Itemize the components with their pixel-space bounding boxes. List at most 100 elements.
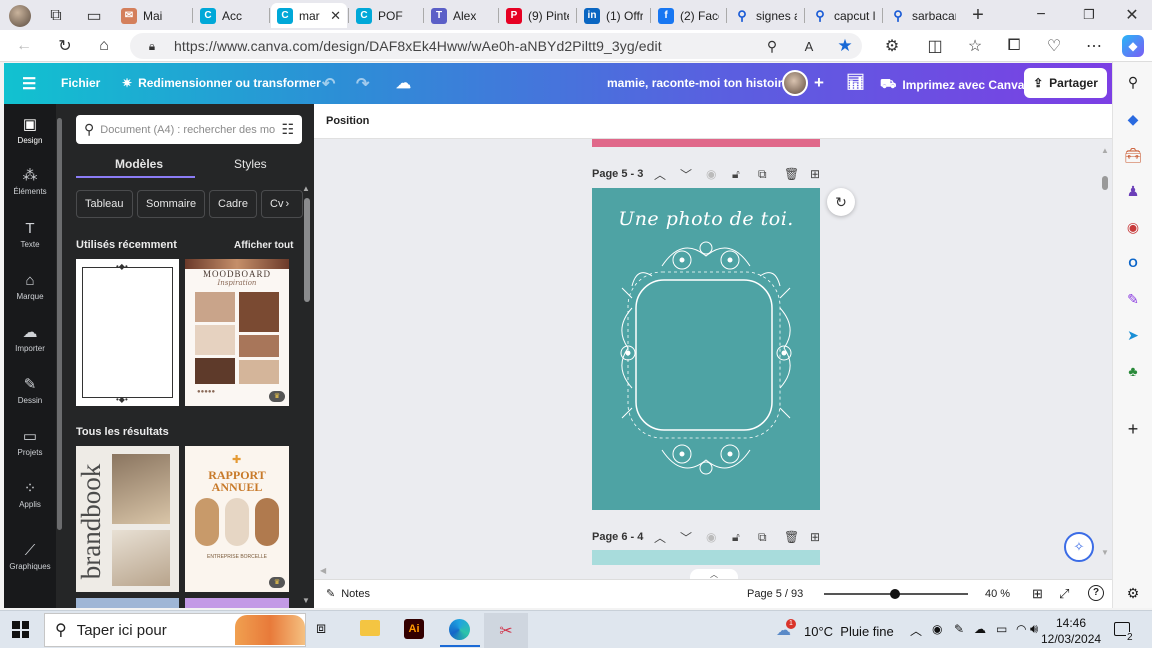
page-up-icon[interactable]: ︿ [654,529,666,546]
design-title[interactable]: mamie, raconte-moi ton histoire [607,76,789,90]
rail-item-marque[interactable]: ⌂ Marque [4,272,56,301]
insights-icon[interactable]: 📊︎ [846,73,865,91]
browser-tab[interactable]: P (9) Pinter [500,3,575,28]
template-brandbook[interactable]: brandbook [76,446,179,592]
workspaces-icon[interactable]: ⧉ [47,7,65,25]
sidebar-games-icon[interactable]: ♟ [1124,182,1142,200]
panel-scrollbar[interactable] [304,198,310,302]
browser-tab[interactable]: ⚲ signes as [728,3,803,28]
tab-actions-icon[interactable]: ▭ [85,7,103,25]
split-screen-icon[interactable]: ◫ [926,37,944,55]
page-down-icon[interactable]: ﹀ [680,166,692,183]
duplicate-page-icon[interactable]: ⧉ [758,530,767,545]
template-moodboard[interactable]: MOODBOARD Inspiration ●●●●● ♛ [185,259,289,406]
tray-cloud-icon[interactable]: ☁ [974,622,986,636]
minimize-icon[interactable]: − [1032,6,1050,24]
delete-page-icon[interactable]: 🗑︎ [784,530,799,544]
filter-icon[interactable]: ☷ [281,121,294,138]
template-peek-1[interactable] [76,598,179,608]
zoom-slider-thumb[interactable] [889,589,900,599]
windows-start-icon[interactable] [12,621,29,638]
delete-page-icon[interactable]: 🗑︎ [784,167,799,181]
more-menu-icon[interactable]: ⋯ [1085,37,1103,55]
rotate-refresh-button[interactable]: ↻ [827,188,855,216]
tray-chevron-icon[interactable]: ︿ [910,622,922,639]
clock-date[interactable]: 12/03/2024 [1041,632,1101,646]
add-page-icon[interactable]: ⊞ [810,167,820,181]
sidebar-designer-icon[interactable]: ✎ [1124,290,1142,308]
zoom-icon[interactable]: ⚲ [763,37,781,55]
editor-scrollbar[interactable] [1102,176,1108,190]
browser-tab[interactable]: in (1) Offre [578,3,649,28]
rail-item-éléments[interactable]: ⁂ Éléments [4,167,56,196]
file-explorer-icon[interactable] [360,620,380,636]
browser-tab[interactable]: C POF [350,3,422,28]
rail-item-dessin[interactable]: ✎ Dessin [4,376,56,405]
page-down-icon[interactable]: ﹀ [680,529,692,546]
rail-item-projets[interactable]: ▭ Projets [4,428,56,457]
sidebar-outlook-icon[interactable]: O [1124,254,1142,272]
sidebar-office-icon[interactable]: ◉ [1124,218,1142,236]
performance-icon[interactable]: ♡ [1045,37,1063,55]
show-pages-chevron[interactable]: ︿ [690,569,738,579]
show-all-link[interactable]: Afficher tout [234,240,293,251]
chip-cv[interactable]: Cv › [261,190,303,218]
favorite-star-icon[interactable]: ★ [835,36,855,56]
browser-tab[interactable]: T Alex [425,3,497,28]
share-button[interactable]: ⇪ Partager [1024,68,1107,98]
magic-assistant-button[interactable]: ✧ [1064,532,1094,562]
browser-tab[interactable]: ⚲ capcut lo [806,3,881,28]
rail-item-importer[interactable]: ☁ Importer [4,324,56,353]
menu-icon[interactable]: ☰ [22,74,36,94]
clock-time[interactable]: 14:46 [1056,616,1086,630]
undo-icon[interactable]: ↶ [322,74,335,94]
user-avatar[interactable] [782,70,808,96]
favorites-icon[interactable]: ☆ [966,37,984,55]
close-window-icon[interactable]: ✕ [1123,6,1141,24]
previous-page-strip[interactable] [592,139,820,147]
lock-page-icon[interactable]: 🔓︎ [732,530,740,545]
snipping-tool-icon[interactable]: ✂ [484,613,528,648]
collections-icon[interactable]: ⧠ [1005,37,1023,55]
taskbar-search-input[interactable]: ⚲ Taper ici pour [44,613,306,647]
home-icon[interactable]: ⌂ [94,36,114,56]
template-peek-2[interactable] [185,598,289,608]
chip-sommaire[interactable]: Sommaire [137,190,206,218]
notes-button[interactable]: ✎ Notes [326,587,370,601]
weather-text[interactable]: 10°C Pluie fine [804,624,894,639]
profile-avatar[interactable] [9,5,31,27]
tray-record-icon[interactable]: ◉ [932,622,942,636]
tab-styles[interactable]: Styles [234,157,267,171]
add-collaborator-icon[interactable]: + [814,73,824,93]
sidebar-search-icon[interactable]: ⚲ [1124,73,1142,91]
sidebar-tag-icon[interactable]: ◆ [1124,110,1142,128]
restore-icon[interactable]: ❐ [1080,6,1098,24]
add-page-icon[interactable]: ⊞ [810,530,820,544]
page-6-label[interactable]: Page 6 - 4 [592,531,643,543]
lock-page-icon[interactable]: 🔓︎ [732,167,740,182]
print-button[interactable]: ⛟ Imprimez avec Canva [880,76,1024,94]
url-text[interactable]: https://www.canva.com/design/DAF8xEk4Hww… [174,38,662,54]
back-icon[interactable]: ← [14,36,34,56]
rail-item-graphiques[interactable]: ⟋ Graphiques [4,542,56,571]
design-page-6-preview[interactable] [592,550,820,565]
resize-button[interactable]: ✷ Redimensionner ou transformer [122,76,321,90]
sidebar-add-icon[interactable]: + [1124,419,1142,439]
browser-tab[interactable]: f (2) Faceb [652,3,725,28]
tab-models[interactable]: Modèles [115,157,163,171]
refresh-icon[interactable]: ↻ [55,36,75,56]
tray-wifi-icon[interactable]: ◠ [1016,622,1026,636]
redo-icon[interactable]: ↷ [356,74,369,94]
task-view-icon[interactable]: ⧈ [316,620,326,638]
panel-scroll-down-icon[interactable]: ▼ [302,596,310,605]
page-counter[interactable]: Page 5 / 93 [747,588,803,600]
sidebar-tree-icon[interactable]: ♣ [1124,362,1142,380]
fullscreen-icon[interactable]: ⤢ [1059,586,1069,602]
duplicate-page-icon[interactable]: ⧉ [758,167,767,182]
sidebar-settings-icon[interactable]: ⚙ [1124,584,1142,602]
floral-frame[interactable] [592,188,820,510]
rail-item-applis[interactable]: ⁘ Applis [4,480,56,509]
browser-tab[interactable]: Cmar ✕ [271,3,347,28]
template-blank-frame[interactable]: •◆• •◆• [76,259,179,406]
page-up-icon[interactable]: ︿ [654,166,666,183]
